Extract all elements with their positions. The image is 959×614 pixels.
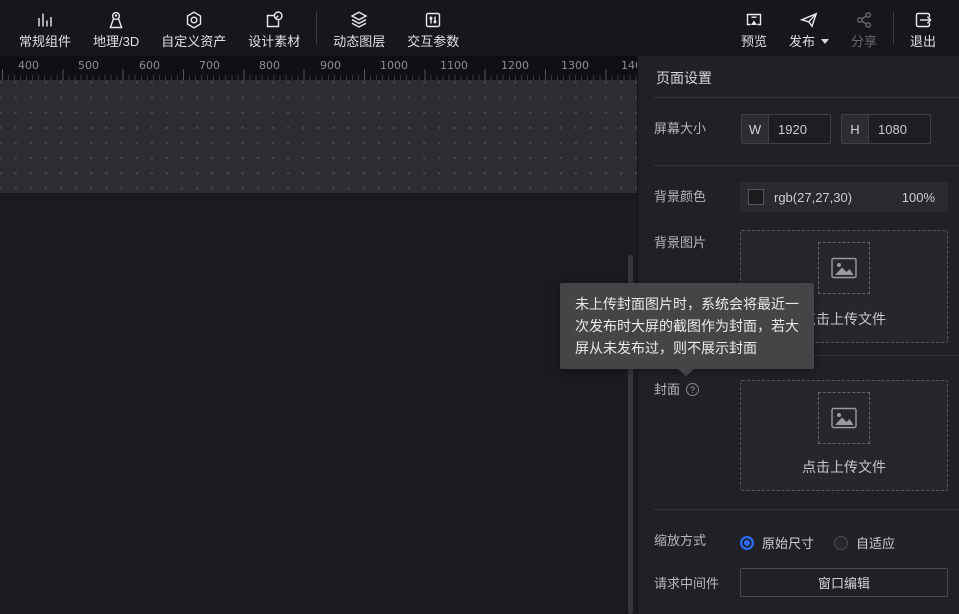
canvas-area <box>0 80 637 614</box>
toolbar-item-label: 常规组件 <box>19 35 71 48</box>
panel-divider <box>654 509 959 510</box>
shapes-icon <box>263 9 285 31</box>
toolbar-item-label: 分享 <box>851 35 877 48</box>
share-button[interactable]: 分享 <box>840 0 888 56</box>
horizontal-ruler: 400 500 600 700 800 900 1000 1100 1200 1… <box>0 56 637 80</box>
top-toolbar: 常规组件 地理/3D 自定义资产 设计素材 <box>0 0 959 56</box>
sliders-icon <box>422 9 444 31</box>
toolbar-item-label: 自定义资产 <box>161 35 226 48</box>
toolbar-item-custom-assets[interactable]: 自定义资产 <box>150 0 237 56</box>
background-color-label: 背景颜色 <box>654 190 706 203</box>
height-field-group: H <box>841 114 931 144</box>
image-icon <box>830 256 858 280</box>
ruler-label: 900 <box>320 60 341 71</box>
height-prefix: H <box>842 115 869 143</box>
toolbar-left-group: 常规组件 地理/3D 自定义资产 设计素材 <box>0 0 470 56</box>
toolbar-item-label: 动态图层 <box>333 35 385 48</box>
background-image-label: 背景图片 <box>654 236 706 249</box>
help-icon[interactable]: ? <box>686 383 699 396</box>
editor-window: 常规组件 地理/3D 自定义资产 设计素材 <box>0 0 959 614</box>
ruler-label: 800 <box>259 60 280 71</box>
screen-size-label: 屏幕大小 <box>654 122 706 135</box>
preview-button[interactable]: 预览 <box>730 0 778 56</box>
ruler-label: 400 <box>18 60 39 71</box>
ruler-label: 600 <box>139 60 160 71</box>
map-pin-icon <box>105 9 127 31</box>
toolbar-item-label: 地理/3D <box>93 35 139 48</box>
exit-button[interactable]: 退出 <box>899 0 947 56</box>
cover-help-tooltip: 未上传封面图片时，系统会将最近一次发布时大屏的截图作为封面，若大屏从未发布过，则… <box>560 283 814 369</box>
toolbar-item-label: 退出 <box>910 35 936 48</box>
scale-mode-options: 原始尺寸 自适应 <box>740 533 895 552</box>
layers-icon <box>348 9 370 31</box>
radio-unselected-icon <box>834 536 848 550</box>
toolbar-divider <box>316 11 317 45</box>
toolbar-item-common-components[interactable]: 常规组件 <box>8 0 82 56</box>
radio-original-size[interactable]: 原始尺寸 <box>740 533 814 552</box>
logout-icon <box>912 9 934 31</box>
ruler-label: 1100 <box>440 60 468 71</box>
radio-label: 原始尺寸 <box>762 533 814 552</box>
width-prefix: W <box>742 115 769 143</box>
upload-hint: 点击上传文件 <box>741 457 947 477</box>
bar-chart-icon <box>34 9 56 31</box>
ruler-label: 1000 <box>380 60 408 71</box>
toolbar-item-label: 交互参数 <box>407 35 459 48</box>
ruler-label: 500 <box>78 60 99 71</box>
paper-plane-icon <box>798 9 820 31</box>
ruler-label: 700 <box>199 60 220 71</box>
cover-label: 封面 <box>654 383 680 396</box>
toolbar-item-label: 设计素材 <box>248 35 300 48</box>
toolbar-item-dynamic-layers[interactable]: 动态图层 <box>322 0 396 56</box>
share-nodes-icon <box>853 9 875 31</box>
preview-screen-icon <box>743 9 765 31</box>
ruler-label: 1200 <box>501 60 529 71</box>
toolbar-item-label: 预览 <box>741 35 767 48</box>
cover-label-row: 封面 ? <box>654 383 699 396</box>
panel-divider <box>654 97 959 98</box>
toolbar-item-interaction-params[interactable]: 交互参数 <box>396 0 470 56</box>
publish-caret-icon <box>821 39 829 44</box>
background-color-picker[interactable]: rgb(27,27,30) 100% <box>740 182 948 212</box>
toolbar-item-label: 发布 <box>789 35 815 48</box>
ruler-label: 1300 <box>561 60 589 71</box>
image-icon <box>830 406 858 430</box>
scale-mode-label: 缩放方式 <box>654 534 706 547</box>
toolbar-divider <box>893 11 894 45</box>
hexagon-icon <box>183 9 205 31</box>
artboard-grid[interactable] <box>0 80 637 193</box>
panel-title: 页面设置 <box>656 68 712 88</box>
color-opacity: 100% <box>902 190 935 205</box>
width-input[interactable] <box>769 115 830 143</box>
height-input[interactable] <box>869 115 930 143</box>
radio-auto-fit[interactable]: 自适应 <box>834 533 895 552</box>
width-field-group: W <box>741 114 831 144</box>
color-swatch <box>748 189 764 205</box>
toolbar-right-group: 预览 发布 分享 <box>730 0 959 56</box>
color-value: rgb(27,27,30) <box>774 190 902 205</box>
publish-button[interactable]: 发布 <box>778 0 840 56</box>
panel-divider <box>654 165 959 166</box>
request-middleware-label: 请求中间件 <box>654 577 719 590</box>
window-edit-button[interactable]: 窗口编辑 <box>740 568 948 597</box>
toolbar-item-geo-3d[interactable]: 地理/3D <box>82 0 150 56</box>
radio-label: 自适应 <box>856 533 895 552</box>
toolbar-item-design-materials[interactable]: 设计素材 <box>237 0 311 56</box>
cover-upload[interactable]: 点击上传文件 <box>740 380 948 491</box>
radio-selected-icon <box>740 536 754 550</box>
ruler-label: 1400 <box>621 60 637 71</box>
